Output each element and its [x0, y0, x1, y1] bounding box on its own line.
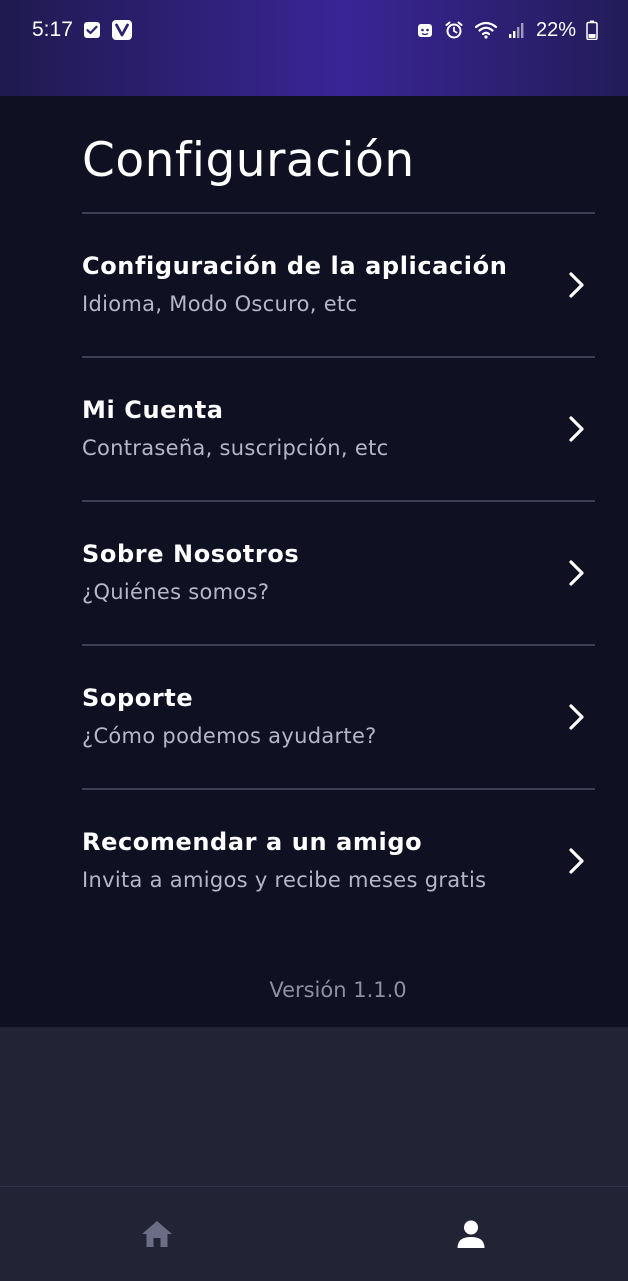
settings-item-app-settings[interactable]: Configuración de la aplicación Idioma, M… [82, 214, 595, 358]
check-notification-icon [83, 21, 101, 39]
settings-item-subtitle: ¿Cómo podemos ayudarte? [82, 724, 377, 748]
settings-item-title: Mi Cuenta [82, 396, 224, 424]
vpn-v-icon [111, 19, 133, 41]
android-icon [416, 21, 434, 39]
home-icon [142, 1221, 172, 1247]
settings-item-title: Soporte [82, 684, 194, 712]
settings-item-support[interactable]: Soporte ¿Cómo podemos ayudarte? [82, 646, 595, 790]
chevron-right-icon [569, 704, 584, 730]
chevron-right-icon [569, 848, 584, 874]
settings-item-subtitle: Invita a amigos y recibe meses gratis [82, 868, 487, 892]
settings-item-title: Sobre Nosotros [82, 540, 300, 568]
status-right: 22% [416, 19, 598, 42]
nav-profile[interactable] [314, 1187, 628, 1281]
page-title: Configuración [82, 133, 415, 188]
signal-icon [508, 21, 526, 39]
settings-item-subtitle: ¿Quiénes somos? [82, 580, 270, 604]
alarm-icon [444, 20, 464, 40]
settings-item-subtitle: Idioma, Modo Oscuro, etc [82, 292, 358, 316]
status-time: 5:17 [32, 18, 73, 41]
app-version: Versión 1.1.0 [269, 978, 407, 1002]
chevron-right-icon [569, 560, 584, 586]
status-bar: 5:17 22% [0, 0, 628, 60]
settings-item-subtitle: Contraseña, suscripción, etc [82, 436, 389, 460]
battery-icon [586, 20, 598, 40]
profile-icon [457, 1220, 485, 1248]
wifi-icon [474, 21, 498, 39]
status-left: 5:17 [32, 18, 133, 42]
chevron-right-icon [569, 416, 584, 442]
settings-list: Configuración de la aplicación Idioma, M… [82, 214, 595, 932]
settings-item-my-account[interactable]: Mi Cuenta Contraseña, suscripción, etc [82, 358, 595, 502]
chevron-right-icon [569, 272, 584, 298]
settings-item-about-us[interactable]: Sobre Nosotros ¿Quiénes somos? [82, 502, 595, 646]
settings-item-title: Recomendar a un amigo [82, 828, 423, 856]
bottom-nav [0, 1186, 628, 1281]
battery-percent: 22% [535, 18, 576, 41]
nav-home[interactable] [0, 1187, 314, 1281]
settings-item-title: Configuración de la aplicación [82, 252, 508, 280]
settings-item-refer-friend[interactable]: Recomendar a un amigo Invita a amigos y … [82, 790, 595, 932]
